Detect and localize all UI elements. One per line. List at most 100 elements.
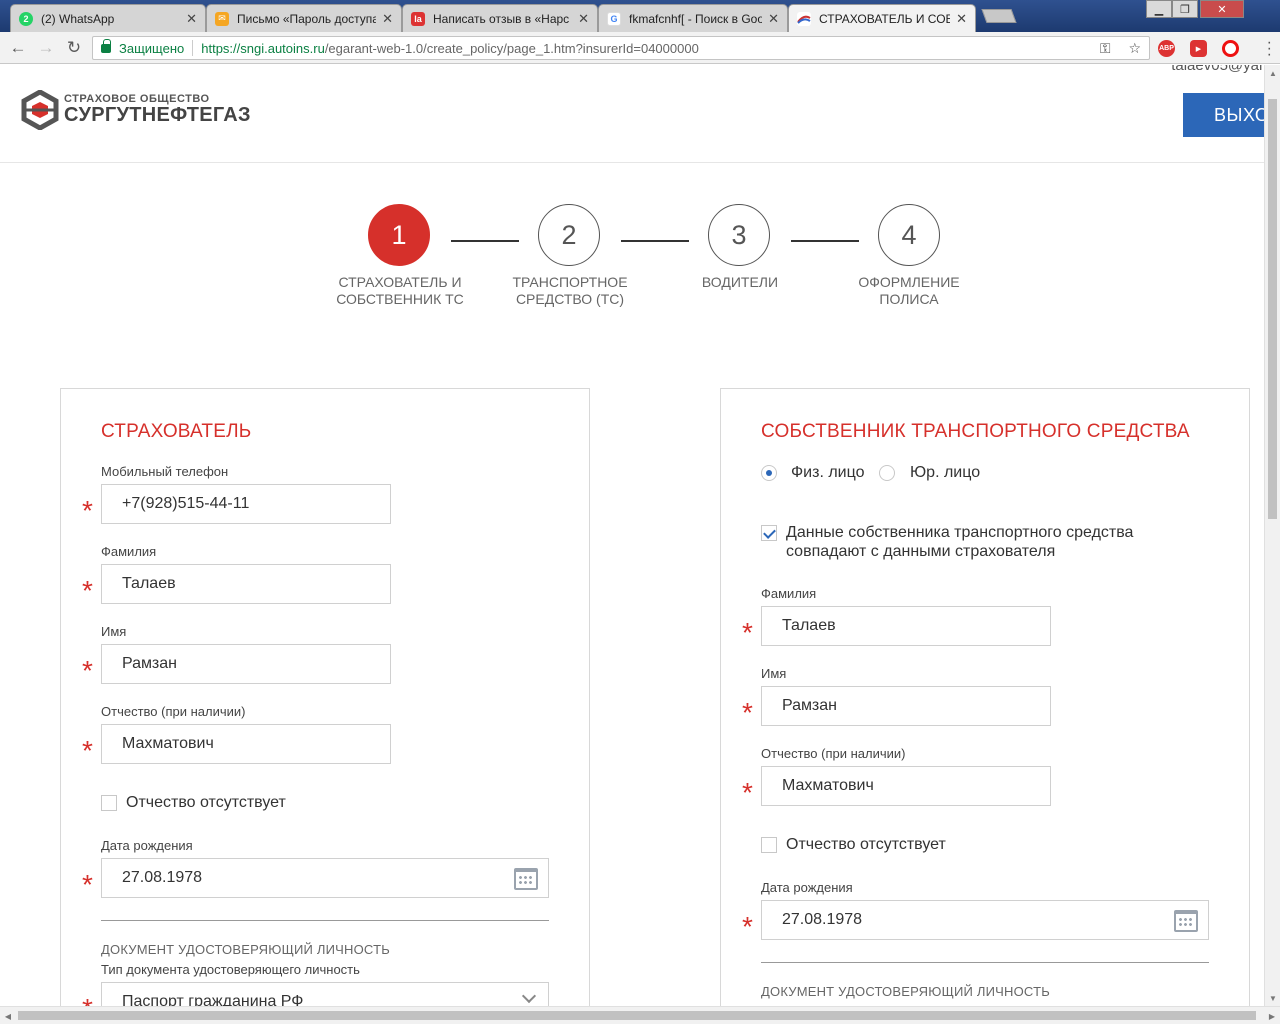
tab-whatsapp[interactable]: 2 (2) WhatsApp ✕ [10, 4, 206, 32]
bookmark-star-icon[interactable]: ☆ [1128, 40, 1141, 56]
step-3-circle[interactable]: 3 [708, 204, 770, 266]
same-as-insurer-checkbox[interactable] [761, 525, 777, 541]
step-2-circle[interactable]: 2 [538, 204, 600, 266]
doc-type-label: Тип документа удостоверяющего личность [101, 962, 360, 977]
back-icon[interactable]: ← [8, 38, 28, 58]
birthdate-label: Дата рождения [101, 838, 193, 853]
forward-icon[interactable]: → [36, 38, 56, 58]
horizontal-scroll-thumb[interactable] [18, 1011, 1256, 1020]
owner-lastname-input[interactable]: Талаев [761, 606, 1051, 646]
scroll-down-arrow-icon[interactable]: ▼ [1265, 990, 1280, 1006]
browser-menu-icon[interactable]: · · · [1267, 35, 1272, 63]
whatsapp-icon: 2 [19, 11, 33, 26]
owner-birthdate-value: 27.08.1978 [782, 911, 863, 928]
owner-title: СОБСТВЕННИК ТРАНСПОРТНОГО СРЕДСТВА [761, 421, 1190, 442]
step-4-circle[interactable]: 4 [878, 204, 940, 266]
owner-lastname-label: Фамилия [761, 586, 817, 601]
required-mark: * [82, 655, 93, 686]
radio-legal[interactable] [879, 465, 895, 481]
tab-review[interactable]: la Написать отзыв в «Нарс ✕ [402, 4, 598, 32]
window-minimize-button[interactable]: ▁ [1146, 0, 1172, 18]
lastname-input[interactable]: Талаев [101, 564, 391, 604]
patronymic-label: Отчество (при наличии) [101, 704, 246, 719]
lastname-label: Фамилия [101, 544, 157, 559]
same-as-insurer-line2: совпадают с данными страхователя [786, 543, 1056, 560]
section-divider [101, 920, 549, 921]
firstname-label: Имя [101, 624, 127, 639]
tab-label: Письмо «Пароль доступа [237, 11, 377, 26]
chevron-down-icon [521, 988, 537, 1004]
birthdate-value: 27.08.1978 [122, 869, 203, 886]
irecommend-icon: la [411, 11, 425, 26]
step-connector [451, 240, 519, 242]
no-patronymic-checkbox[interactable] [101, 795, 117, 811]
close-icon[interactable]: ✕ [768, 11, 779, 27]
tab-label: (2) WhatsApp [41, 11, 115, 26]
adblock-icon[interactable]: ABP [1158, 40, 1175, 57]
doc-type-select[interactable]: Паспорт гражданина РФ [101, 982, 549, 1006]
birthdate-input[interactable]: 27.08.1978 [101, 858, 549, 898]
tab-label: СТРАХОВАТЕЛЬ И СОБС [819, 11, 951, 26]
calendar-icon[interactable] [514, 868, 538, 890]
owner-birthdate-label: Дата рождения [761, 880, 853, 895]
radio-individual[interactable] [761, 465, 777, 481]
owner-firstname-label: Имя [761, 666, 787, 681]
extension-video-icon[interactable]: ▶ [1190, 40, 1207, 57]
insurer-title: СТРАХОВАТЕЛЬ [101, 421, 252, 442]
window-restore-button[interactable]: ❐ [1172, 0, 1198, 18]
close-icon[interactable]: ✕ [186, 11, 197, 27]
step-4-label: ОФОРМЛЕНИЕ ПОЛИСА [858, 274, 960, 307]
scroll-left-arrow-icon[interactable]: ◀ [0, 1007, 16, 1025]
owner-birthdate-input[interactable]: 27.08.1978 [761, 900, 1209, 940]
tab-label: Написать отзыв в «Нарс [433, 11, 570, 26]
company-logo[interactable]: СТРАХОВОЕ ОБЩЕСТВО СУРГУТНЕФТЕГАЗ [20, 89, 251, 131]
close-icon[interactable]: ✕ [382, 11, 393, 27]
required-mark: * [742, 617, 753, 648]
exit-button[interactable]: ВЫХО [1183, 93, 1264, 137]
new-tab-button[interactable] [981, 9, 1017, 23]
step-1-circle[interactable]: 1 [368, 204, 430, 266]
scroll-right-arrow-icon[interactable]: ▶ [1264, 1007, 1280, 1025]
reload-icon[interactable]: ↻ [64, 38, 84, 58]
no-patronymic-label[interactable]: Отчество отсутствует [126, 794, 286, 812]
horizontal-scrollbar[interactable]: ◀ ▶ [0, 1006, 1280, 1024]
phone-input[interactable]: +7(928)515-44-11 [101, 484, 391, 524]
scroll-up-arrow-icon[interactable]: ▲ [1265, 65, 1280, 81]
mail-icon: ✉ [215, 11, 229, 26]
lock-icon [101, 38, 111, 53]
logo-mark-icon [20, 89, 60, 131]
required-mark: * [82, 735, 93, 766]
tab-label: fkmafcnhf[ - Поиск в Goo [629, 11, 763, 26]
step-3-label: ВОДИТЕЛИ [701, 274, 779, 290]
doc-type-value: Паспорт гражданина РФ [122, 993, 304, 1006]
required-mark: * [742, 697, 753, 728]
tab-active-policy[interactable]: СТРАХОВАТЕЛЬ И СОБС ✕ [788, 4, 976, 32]
close-icon[interactable]: ✕ [578, 11, 589, 27]
owner-firstname-input[interactable]: Рамзан [761, 686, 1051, 726]
same-as-insurer-label[interactable]: Данные собственника транспортного средст… [786, 523, 1133, 561]
patronymic-input[interactable]: Махматович [101, 724, 391, 764]
address-bar[interactable]: Защищено https://sngi.autoins.ru /egaran… [92, 36, 1150, 60]
owner-no-patronymic-label[interactable]: Отчество отсутствует [786, 836, 946, 854]
owner-patronymic-input[interactable]: Махматович [761, 766, 1051, 806]
owner-no-patronymic-checkbox[interactable] [761, 837, 777, 853]
radio-legal-label[interactable]: Юр. лицо [910, 464, 980, 482]
doc-section-title: ДОКУМЕНТ УДОСТОВЕРЯЮЩИЙ ЛИЧНОСТЬ [101, 942, 390, 957]
firstname-input[interactable]: Рамзан [101, 644, 391, 684]
opera-icon[interactable] [1222, 40, 1239, 57]
tab-mail[interactable]: ✉ Письмо «Пароль доступа ✕ [206, 4, 402, 32]
secure-label: Защищено [119, 40, 185, 56]
tab-google[interactable]: G fkmafcnhf[ - Поиск в Goo ✕ [598, 4, 788, 32]
window-close-button[interactable]: ✕ [1200, 0, 1244, 18]
vertical-scrollbar[interactable]: ▲ ▼ [1264, 65, 1280, 1006]
required-mark: * [742, 911, 753, 942]
vertical-scroll-thumb[interactable] [1268, 99, 1277, 519]
same-as-insurer-line1: Данные собственника транспортного средст… [786, 524, 1134, 541]
step-connector [621, 240, 689, 242]
key-icon[interactable]: ⚿ [1100, 40, 1111, 56]
radio-individual-label[interactable]: Физ. лицо [791, 464, 864, 482]
calendar-icon[interactable] [1174, 910, 1198, 932]
close-icon[interactable]: ✕ [956, 11, 967, 27]
required-mark: * [82, 495, 93, 526]
omnibox-separator [192, 40, 194, 56]
